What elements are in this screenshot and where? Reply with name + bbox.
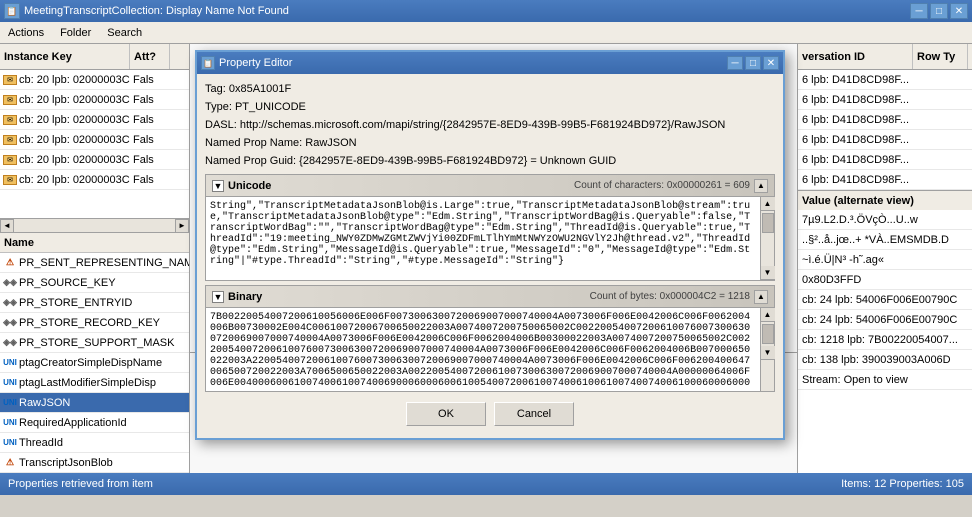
- dialog-title: Property Editor: [219, 57, 292, 69]
- dialog-named-prop-name: Named Prop Name: RawJSON: [205, 134, 775, 152]
- unicode-toggle[interactable]: ▼: [212, 180, 224, 192]
- unicode-scrollbar[interactable]: ▲ ▼: [760, 197, 774, 280]
- binary-section: ▼ Binary Count of bytes: 0x000004C2 = 12…: [205, 285, 775, 392]
- unicode-count: Count of characters: 0x00000261 = 609: [574, 180, 750, 191]
- dialog-type: Type: PT_UNICODE: [205, 98, 775, 116]
- dialog-overlay: 📋 Property Editor ─ □ ✕ Tag: 0x85A1001F …: [0, 0, 972, 517]
- binary-section-body: ▲ ▼: [206, 308, 774, 391]
- unicode-label: Unicode: [228, 180, 570, 192]
- unicode-section: ▼ Unicode Count of characters: 0x0000026…: [205, 174, 775, 281]
- binary-scroll-up[interactable]: ▲: [754, 290, 768, 304]
- unicode-textarea[interactable]: [206, 197, 760, 277]
- dialog-icon: 📋: [201, 56, 215, 70]
- binary-label: Binary: [228, 291, 586, 303]
- scroll-down-btn[interactable]: ▼: [761, 346, 775, 360]
- binary-toggle[interactable]: ▼: [212, 291, 224, 303]
- unicode-content: [206, 197, 760, 280]
- property-editor-dialog: 📋 Property Editor ─ □ ✕ Tag: 0x85A1001F …: [195, 50, 785, 440]
- binary-textarea[interactable]: [206, 308, 760, 388]
- scroll-up-btn[interactable]: ▲: [761, 197, 775, 211]
- dialog-tag: Tag: 0x85A1001F: [205, 80, 775, 98]
- binary-scrollbar[interactable]: ▲ ▼: [760, 308, 774, 391]
- binary-section-header: ▼ Binary Count of bytes: 0x000004C2 = 12…: [206, 286, 774, 308]
- unicode-scroll-up[interactable]: ▲: [754, 179, 768, 193]
- ok-button[interactable]: OK: [406, 402, 486, 426]
- dialog-close[interactable]: ✕: [763, 56, 779, 70]
- dialog-dasl: DASL: http://schemas.microsoft.com/mapi/…: [205, 116, 775, 134]
- unicode-section-header: ▼ Unicode Count of characters: 0x0000026…: [206, 175, 774, 197]
- scroll-thumb[interactable]: [762, 324, 774, 344]
- dialog-content: Tag: 0x85A1001F Type: PT_UNICODE DASL: h…: [197, 74, 783, 438]
- scroll-thumb[interactable]: [762, 213, 774, 233]
- dialog-footer: OK Cancel: [205, 396, 775, 432]
- binary-count: Count of bytes: 0x000004C2 = 1218: [590, 291, 750, 302]
- dialog-named-prop-guid: Named Prop Guid: {2842957E-8ED9-439B-99B…: [205, 152, 775, 170]
- unicode-section-body: ▲ ▼: [206, 197, 774, 280]
- dialog-minimize[interactable]: ─: [727, 56, 743, 70]
- scroll-down-btn[interactable]: ▼: [761, 266, 775, 280]
- dialog-restore[interactable]: □: [745, 56, 761, 70]
- binary-content: [206, 308, 760, 391]
- dialog-title-bar: 📋 Property Editor ─ □ ✕: [197, 52, 783, 74]
- scroll-up-btn[interactable]: ▲: [761, 308, 775, 322]
- dialog-info: Tag: 0x85A1001F Type: PT_UNICODE DASL: h…: [205, 80, 775, 170]
- cancel-button[interactable]: Cancel: [494, 402, 574, 426]
- dialog-controls: ─ □ ✕: [727, 56, 779, 70]
